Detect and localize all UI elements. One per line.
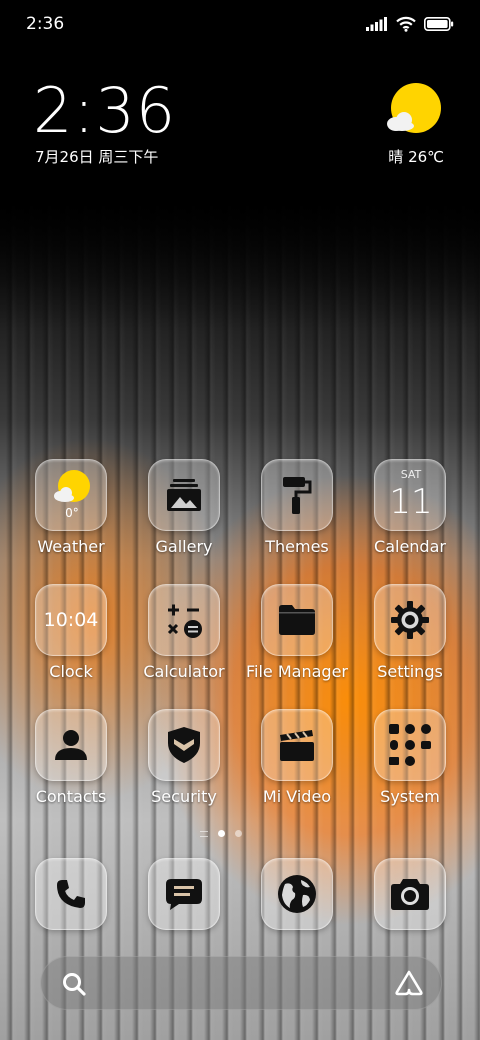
camera-icon <box>391 879 429 910</box>
page-indicator[interactable] <box>200 830 242 837</box>
folder-icon <box>279 605 315 635</box>
app-tile[interactable] <box>148 459 220 531</box>
search-icon[interactable] <box>61 971 87 997</box>
app-calendar[interactable]: SAT 11 Calendar <box>353 459 463 569</box>
app-label: Calculator <box>143 662 225 681</box>
dock-phone[interactable] <box>35 858 107 930</box>
app-label: Themes <box>265 537 329 556</box>
app-label: Gallery <box>155 537 213 556</box>
shield-icon <box>168 727 200 763</box>
phone-icon <box>57 880 85 908</box>
dock-camera[interactable] <box>374 858 446 930</box>
app-label: Clock <box>49 662 93 681</box>
app-label: Mi Video <box>262 787 332 806</box>
app-calculator[interactable]: Calculator <box>127 584 237 694</box>
clock-widget-time[interactable]: 2:36 <box>33 74 176 147</box>
app-weather[interactable]: 0° Weather <box>14 459 124 569</box>
calculator-icon <box>167 604 202 638</box>
sun-cloud-icon <box>387 83 441 133</box>
app-label: Settings <box>377 662 443 681</box>
status-icons <box>366 16 454 32</box>
app-contacts[interactable]: Contacts <box>14 709 124 819</box>
weather-icon <box>54 470 90 502</box>
app-label: Contacts <box>35 787 107 806</box>
app-tile[interactable] <box>374 709 446 781</box>
message-icon <box>166 879 202 910</box>
battery-icon <box>424 17 454 31</box>
weather-widget-text: 晴 26℃ <box>388 148 444 166</box>
signal-icon <box>366 17 387 31</box>
app-label: System <box>380 787 440 806</box>
dock-browser[interactable] <box>261 858 333 930</box>
status-time: 2:36 <box>26 14 65 34</box>
app-tile[interactable]: SAT 11 <box>374 459 446 531</box>
app-tile[interactable] <box>374 584 446 656</box>
app-clock[interactable]: 10:04 Clock <box>14 584 124 694</box>
calendar-date: 11 <box>389 482 433 522</box>
app-security[interactable]: Security <box>127 709 237 819</box>
clapperboard-icon <box>280 730 314 761</box>
status-bar: 2:36 <box>0 0 480 50</box>
app-label: File Manager <box>246 662 348 681</box>
app-themes[interactable]: Themes <box>240 459 350 569</box>
page-dot-active[interactable] <box>218 830 225 837</box>
app-label: Security <box>151 787 217 806</box>
paint-roller-icon <box>283 477 312 514</box>
assistant-icon[interactable] <box>395 970 423 996</box>
app-gallery[interactable]: Gallery <box>127 459 237 569</box>
wifi-icon <box>396 16 416 32</box>
app-file-manager[interactable]: File Manager <box>240 584 350 694</box>
app-settings[interactable]: Settings <box>353 584 463 694</box>
gallery-icon <box>167 479 201 511</box>
clock-widget-date: 7月26日 周三下午 <box>35 148 159 166</box>
app-system-folder[interactable]: System <box>353 709 463 819</box>
app-tile[interactable] <box>148 709 220 781</box>
page-indicator-menu[interactable] <box>200 830 208 837</box>
page-dot[interactable] <box>235 830 242 837</box>
app-tile[interactable]: 10:04 <box>35 584 107 656</box>
person-icon <box>55 730 87 760</box>
app-tile[interactable] <box>261 584 333 656</box>
app-tile[interactable] <box>35 709 107 781</box>
app-tile[interactable]: 0° <box>35 459 107 531</box>
folder-grid-icon <box>389 724 431 766</box>
app-label: Weather <box>37 537 105 556</box>
browser-globe-icon <box>278 875 316 913</box>
calendar-weekday: SAT <box>400 468 422 481</box>
clock-app-time: 10:04 <box>43 609 99 631</box>
gear-icon <box>391 601 429 639</box>
app-tile[interactable] <box>261 709 333 781</box>
search-bar[interactable] <box>40 956 442 1010</box>
dock-messages[interactable] <box>148 858 220 930</box>
app-mi-video[interactable]: Mi Video <box>240 709 350 819</box>
app-label: Calendar <box>374 537 446 556</box>
app-tile[interactable] <box>261 459 333 531</box>
app-tile[interactable] <box>148 584 220 656</box>
weather-app-temp: 0° <box>65 506 79 520</box>
